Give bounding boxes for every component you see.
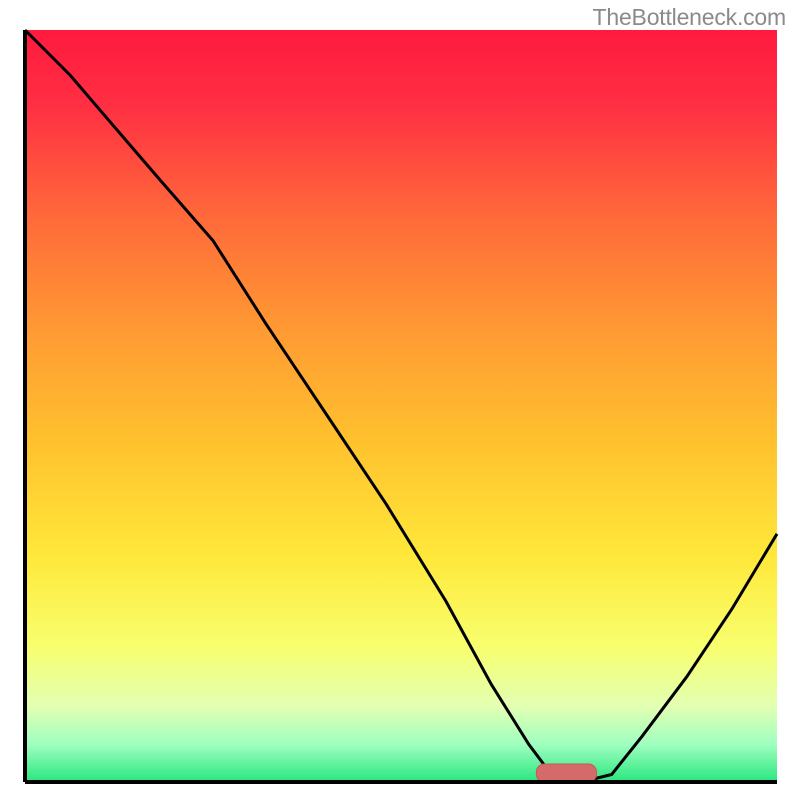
bottleneck-chart <box>0 0 800 800</box>
optimal-marker <box>536 764 596 782</box>
chart-background <box>25 30 777 782</box>
